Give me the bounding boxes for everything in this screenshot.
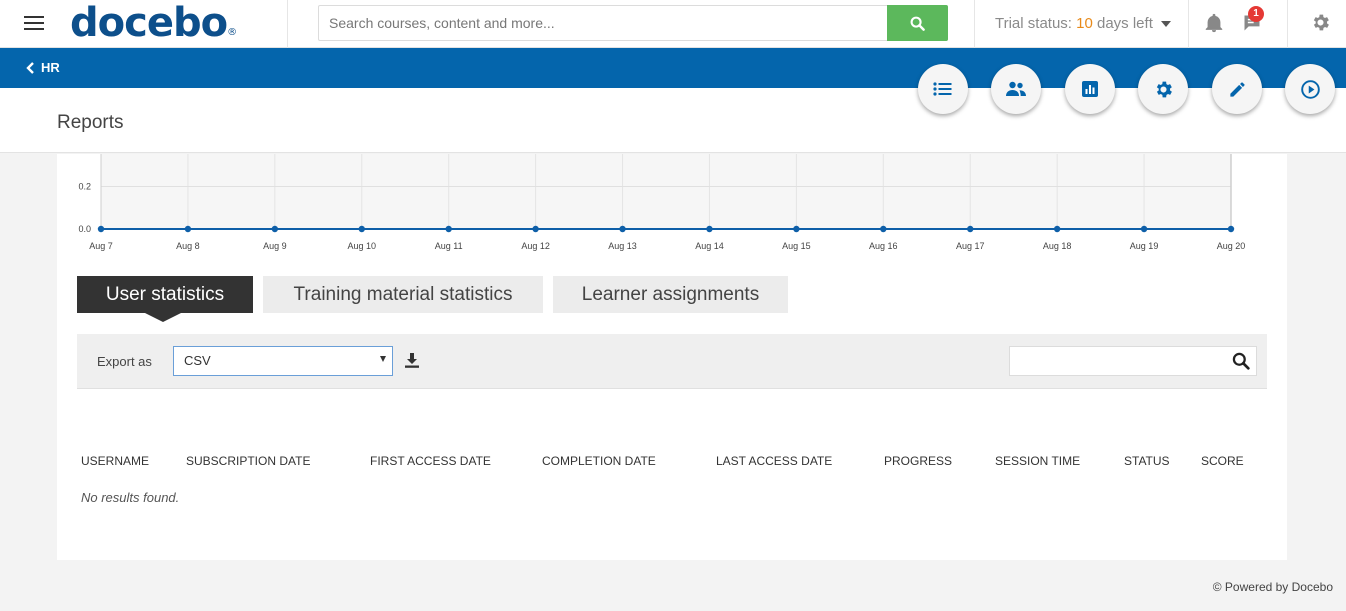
bell-icon [1205,13,1223,33]
chart-data-point [358,225,365,233]
chart-data-point [706,225,713,233]
gear-icon [1156,81,1172,97]
chart-data-point [97,225,105,233]
list-view-button[interactable] [918,64,968,114]
settings-button[interactable] [1310,12,1331,38]
chart-data-point [445,225,452,233]
column-header-last-access-date[interactable]: LAST ACCESS DATE [716,454,832,468]
edit-button[interactable] [1212,64,1262,114]
chart-data-point [1053,225,1061,233]
chevron-left-icon [26,61,34,74]
notification-badge: 1 [1248,6,1264,22]
export-format-select[interactable]: CSV [173,346,393,376]
docebo-logo[interactable]: docebo® [70,0,237,46]
chart-data-point [184,225,192,233]
search-icon [1232,352,1250,370]
configure-button[interactable] [1138,64,1188,114]
trial-status-suffix: days left [1092,15,1153,32]
chart-data-point [967,225,974,233]
global-search [318,5,948,41]
column-header-status[interactable]: STATUS [1124,454,1170,468]
download-button[interactable] [405,353,419,373]
search-icon [910,16,925,31]
chart-x-tick-label: Aug 7 [89,241,113,251]
column-header-session-time[interactable]: SESSION TIME [995,454,1080,468]
header-divider [1188,0,1189,48]
chart-x-tick-label: Aug 10 [348,241,377,251]
logo-text: docebo [70,0,228,46]
table-search-input[interactable] [1010,347,1220,375]
chart-data-point [619,225,626,233]
caret-down-icon [380,356,386,362]
column-header-subscription-date[interactable]: SUBSCRIPTION DATE [186,454,310,468]
tab-training-material-statistics[interactable]: Training material statistics [263,276,543,313]
chart-x-tick-label: Aug 14 [695,241,724,251]
chart-data-point [1140,225,1148,233]
chart-data-point [880,225,887,233]
chart-x-tick-label: Aug 8 [176,241,200,251]
column-header-completion-date[interactable]: COMPLETION DATE [542,454,656,468]
hamburger-menu-icon[interactable] [24,16,44,32]
list-icon [933,82,952,96]
back-link[interactable]: HR [26,60,60,75]
play-icon [1300,79,1320,99]
gear-icon [1313,14,1329,31]
global-search-input[interactable] [319,6,879,40]
chart-data-point [271,225,279,233]
users-button[interactable] [991,64,1041,114]
users-icon [1006,81,1026,96]
header-divider [1287,0,1288,48]
back-link-label: HR [41,60,60,75]
column-header-progress[interactable]: PROGRESS [884,454,952,468]
chart-data-point [532,225,539,233]
column-header-first-access-date[interactable]: FIRST ACCESS DATE [370,454,491,468]
chart-x-tick-label: Aug 16 [869,241,898,251]
tab-user-statistics[interactable]: User statistics [77,276,253,322]
chart-x-tick-label: Aug 17 [956,241,985,251]
pencil-icon [1229,81,1245,97]
caret-down-icon [1160,21,1171,28]
chart-plot-area [101,154,1231,229]
tab-learner-assignments[interactable]: Learner assignments [553,276,788,313]
activity-line-chart: 0.0 0.2 Aug 7 Aug 8 Aug 9 Aug 10 Aug 11 Aug 12 A… [78,154,1246,251]
chart-x-tick-label: Aug 13 [608,241,637,251]
table-toolbar: Export as CSV [77,334,1267,389]
column-header-username[interactable]: USERNAME [81,454,149,468]
activity-chart: 0.0 0.2 Aug 7 Aug 8 Aug 9 Aug 10 Aug 11 Aug 12 A… [57,154,1287,264]
logo-registered-mark: ® [227,27,238,38]
chart-x-tick-label: Aug 19 [1130,241,1159,251]
chart-x-tick-label: Aug 20 [1217,241,1246,251]
global-search-button[interactable] [887,5,948,41]
export-format-value: CSV [184,353,211,368]
table-search [1009,346,1257,376]
play-button[interactable] [1285,64,1335,114]
chart-x-tick-label: Aug 9 [263,241,287,251]
notifications-button[interactable] [1203,12,1225,39]
page-title: Reports [57,112,124,133]
chart-y-tick-label: 0.0 [78,224,91,234]
column-header-score[interactable]: SCORE [1201,454,1244,468]
chart-x-tick-label: Aug 18 [1043,241,1072,251]
chart-data-point [793,225,800,233]
trial-days-count: 10 [1076,15,1093,32]
export-label: Export as [97,354,152,369]
top-header: docebo® Trial status: 10 days left 1 [0,0,1346,48]
trial-status-prefix: Trial status: [995,15,1077,32]
reports-button[interactable] [1065,64,1115,114]
header-divider [287,0,288,48]
report-icon [1082,81,1098,97]
trial-status-dropdown[interactable]: Trial status: 10 days left [995,15,1171,32]
empty-table-message: No results found. [81,490,180,505]
chart-x-tick-label: Aug 15 [782,241,811,251]
powered-by-footer: © Powered by Docebo [1212,580,1333,594]
header-divider [974,0,975,48]
chart-data-point [1227,225,1235,233]
chart-x-tick-label: Aug 12 [521,241,550,251]
chart-y-tick-label: 0.2 [78,182,91,192]
download-icon [405,353,419,368]
chart-x-tick-label: Aug 11 [435,241,463,251]
table-search-button[interactable] [1232,352,1250,375]
